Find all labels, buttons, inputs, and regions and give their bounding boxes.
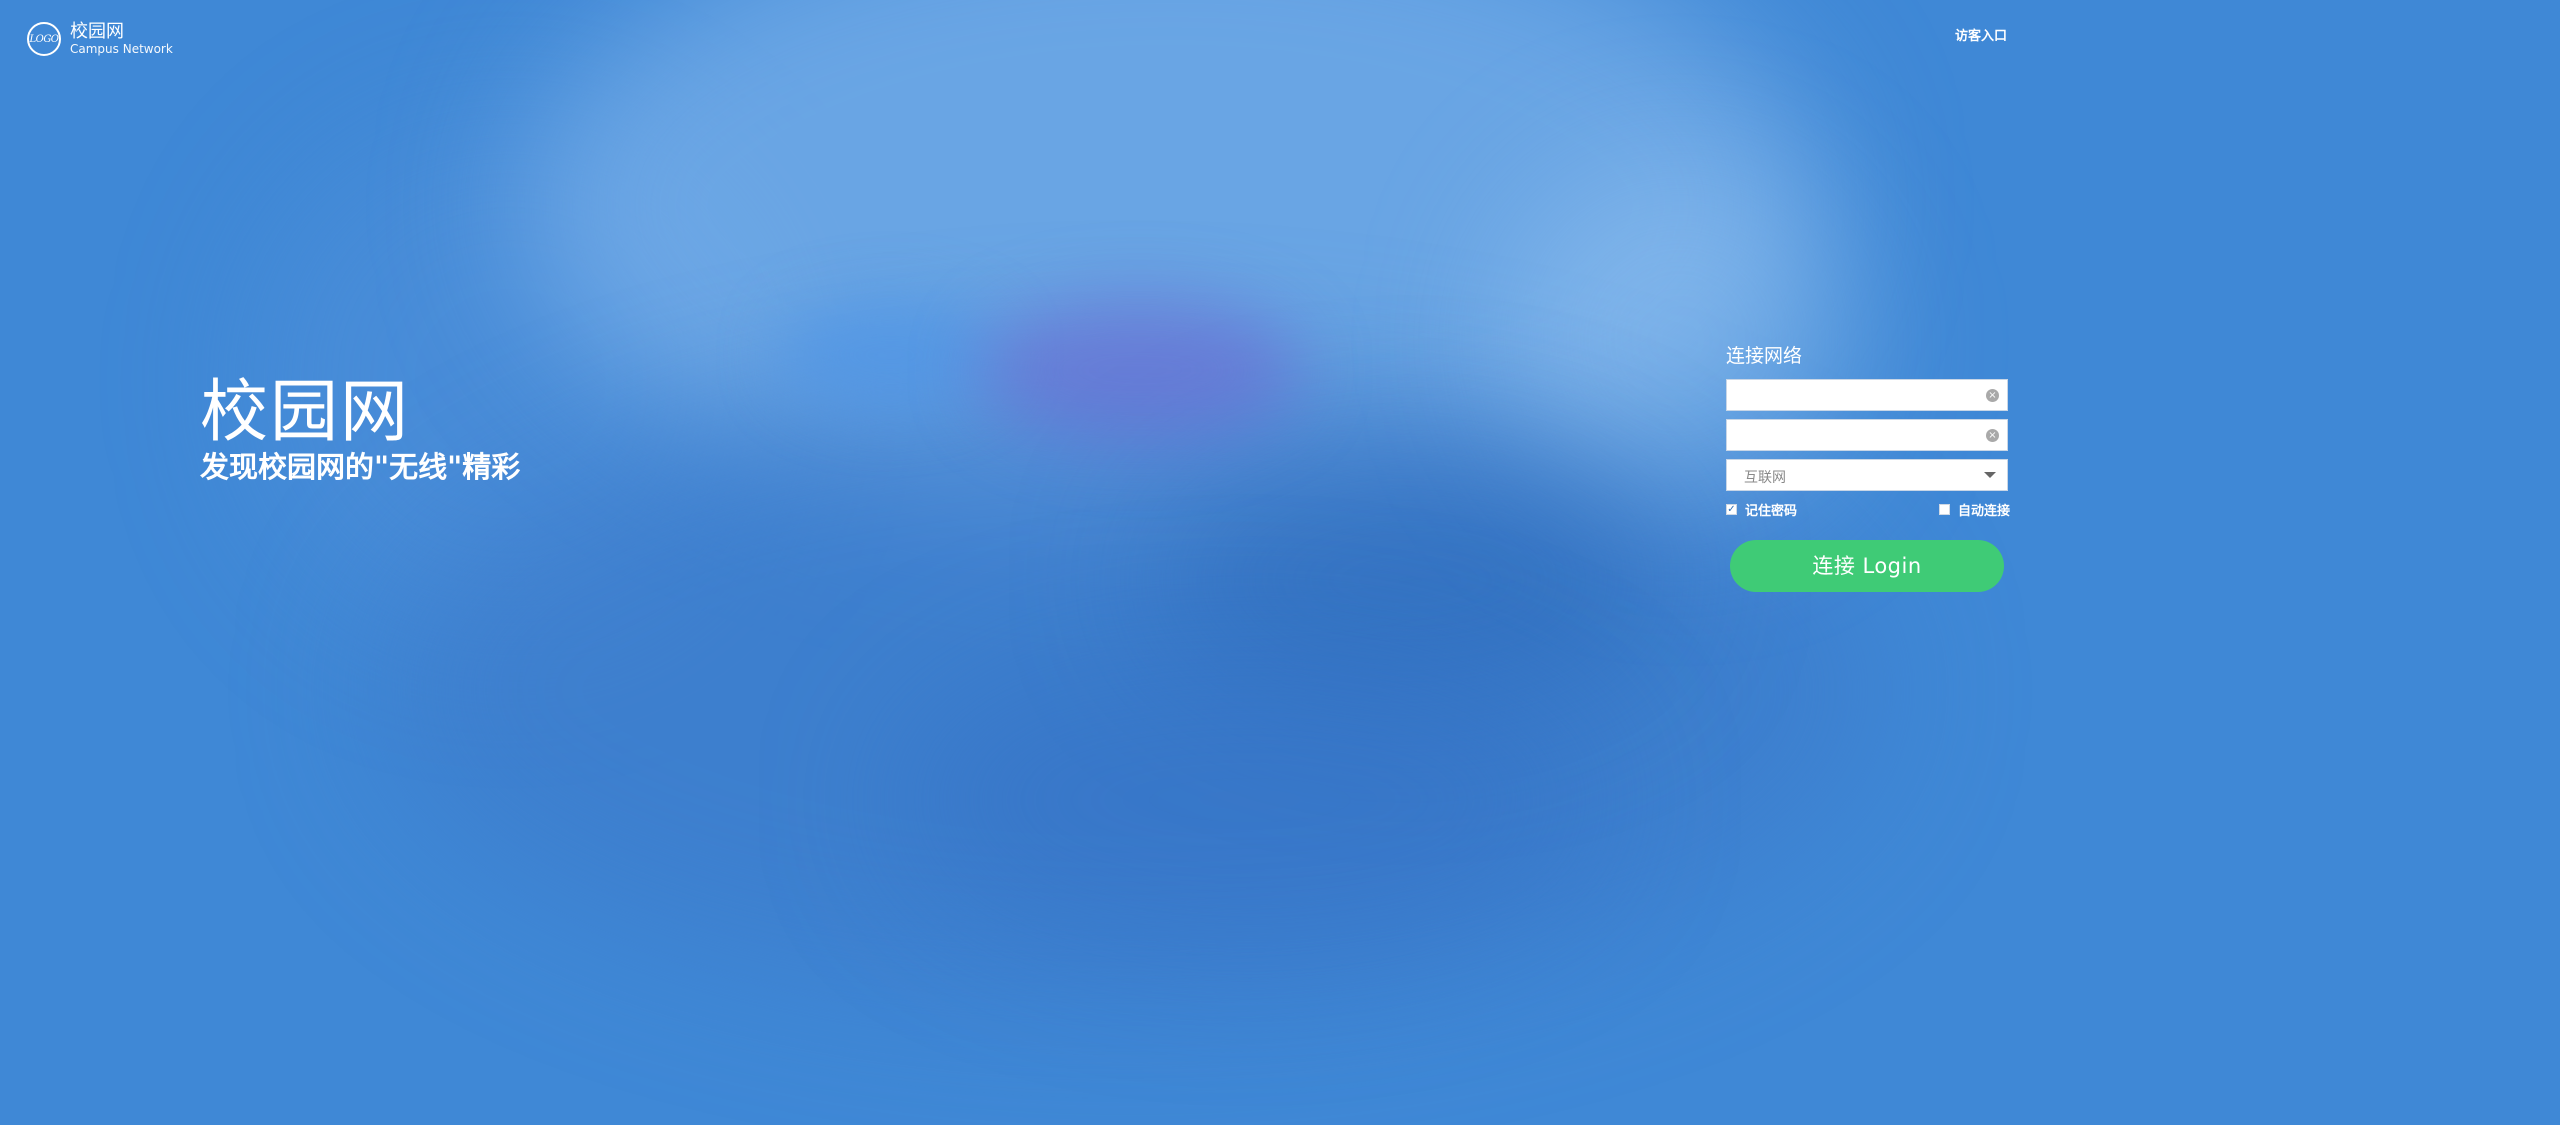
- hero-title: 校园网: [200, 373, 411, 452]
- password-input[interactable]: [1727, 420, 1977, 450]
- login-form: 连接网络 × × 互联网 ✓ 记住密码 自动连接: [1726, 341, 2010, 520]
- background-blur: [900, 650, 1600, 950]
- logo-circle-icon: LOGO: [27, 22, 61, 57]
- network-select-value: 互联网: [1744, 470, 1786, 486]
- remember-password-option[interactable]: ✓ 记住密码: [1726, 500, 1797, 519]
- auto-connect-checkbox[interactable]: [1938, 504, 1950, 515]
- login-button[interactable]: 连接 Login: [1730, 540, 2004, 592]
- login-form-title: 连接网络: [1726, 345, 1803, 367]
- username-input[interactable]: [1727, 380, 1977, 410]
- hero-subtitle: 发现校园网的"无线"精彩: [200, 450, 521, 484]
- remember-password-checkbox[interactable]: ✓: [1726, 504, 1737, 515]
- site-logo[interactable]: LOGO 校园网 Campus Network: [27, 21, 173, 57]
- clear-icon[interactable]: ×: [1986, 389, 1999, 402]
- password-field: ×: [1726, 419, 2008, 451]
- background-blur: [980, 300, 1300, 440]
- auto-connect-option[interactable]: 自动连接: [1938, 500, 2010, 519]
- username-field: ×: [1726, 379, 2008, 411]
- network-select[interactable]: 互联网: [1726, 459, 2008, 491]
- guest-entrance-link[interactable]: 访客入口: [1955, 25, 2007, 44]
- background-blur: [780, 300, 1000, 410]
- clear-icon[interactable]: ×: [1986, 429, 1999, 442]
- logo-title: 校园网: [70, 21, 124, 42]
- remember-password-label: 记住密码: [1745, 504, 1798, 519]
- chevron-down-icon: [1984, 472, 1996, 478]
- logo-mark-text: LOGO: [29, 33, 59, 45]
- logo-text: 校园网 Campus Network: [70, 21, 173, 56]
- logo-subtitle: Campus Network: [70, 41, 173, 56]
- login-page: LOGO 校园网 Campus Network 访客入口 校园网 发现校园网的"…: [0, 0, 2560, 1125]
- auto-connect-label: 自动连接: [1957, 504, 2010, 519]
- checkmark-icon: ✓: [1727, 504, 1736, 515]
- login-options: ✓ 记住密码 自动连接: [1726, 500, 2010, 520]
